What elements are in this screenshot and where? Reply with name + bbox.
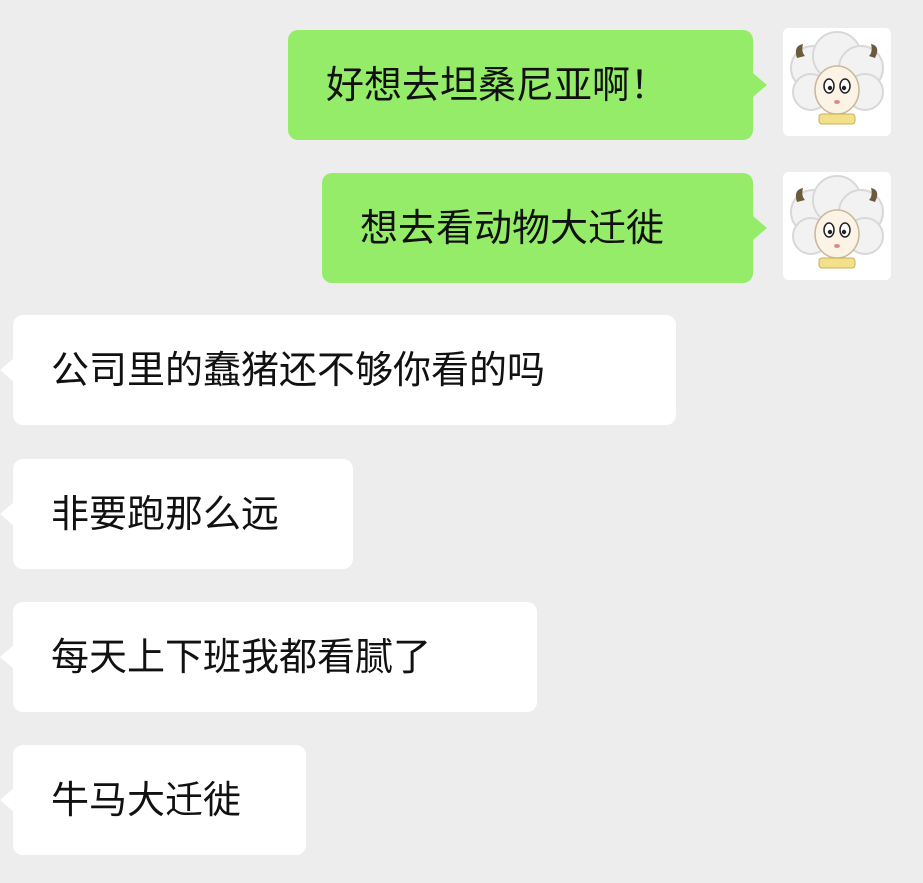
message-bubble[interactable]: 想去看动物大迁徙 xyxy=(322,173,753,283)
message-text: 想去看动物大迁徙 xyxy=(360,206,665,250)
message-text: 公司里的蠢猪还不够你看的吗 xyxy=(51,348,546,392)
message-text: 好想去坦桑尼亚啊！ xyxy=(326,63,669,107)
bubble-tail xyxy=(0,502,14,526)
message-text: 非要跑那么远 xyxy=(51,492,280,536)
message-bubble[interactable]: 每天上下班我都看腻了 xyxy=(13,602,537,712)
message-bubble[interactable]: 牛马大迁徙 xyxy=(13,745,306,855)
bubble-tail xyxy=(0,788,14,812)
message-bubble[interactable]: 好想去坦桑尼亚啊！ xyxy=(288,30,753,140)
message-bubble[interactable]: 公司里的蠢猪还不够你看的吗 xyxy=(13,315,676,425)
user-avatar[interactable] xyxy=(783,28,891,136)
bubble-tail xyxy=(0,358,14,382)
message-text: 牛马大迁徙 xyxy=(51,778,242,822)
message-bubble[interactable]: 非要跑那么远 xyxy=(13,459,353,569)
bubble-tail xyxy=(753,216,767,240)
lamb-avatar-icon xyxy=(783,172,891,280)
chat-window: 好想去坦桑尼亚啊！ 想去看动物大迁徙 公司里的蠢猪还不够你看的吗 非要跑那么远 … xyxy=(0,0,923,883)
bubble-tail xyxy=(753,73,767,97)
message-text: 每天上下班我都看腻了 xyxy=(51,635,432,679)
user-avatar[interactable] xyxy=(783,172,891,280)
lamb-avatar-icon xyxy=(783,28,891,136)
bubble-tail xyxy=(0,645,14,669)
